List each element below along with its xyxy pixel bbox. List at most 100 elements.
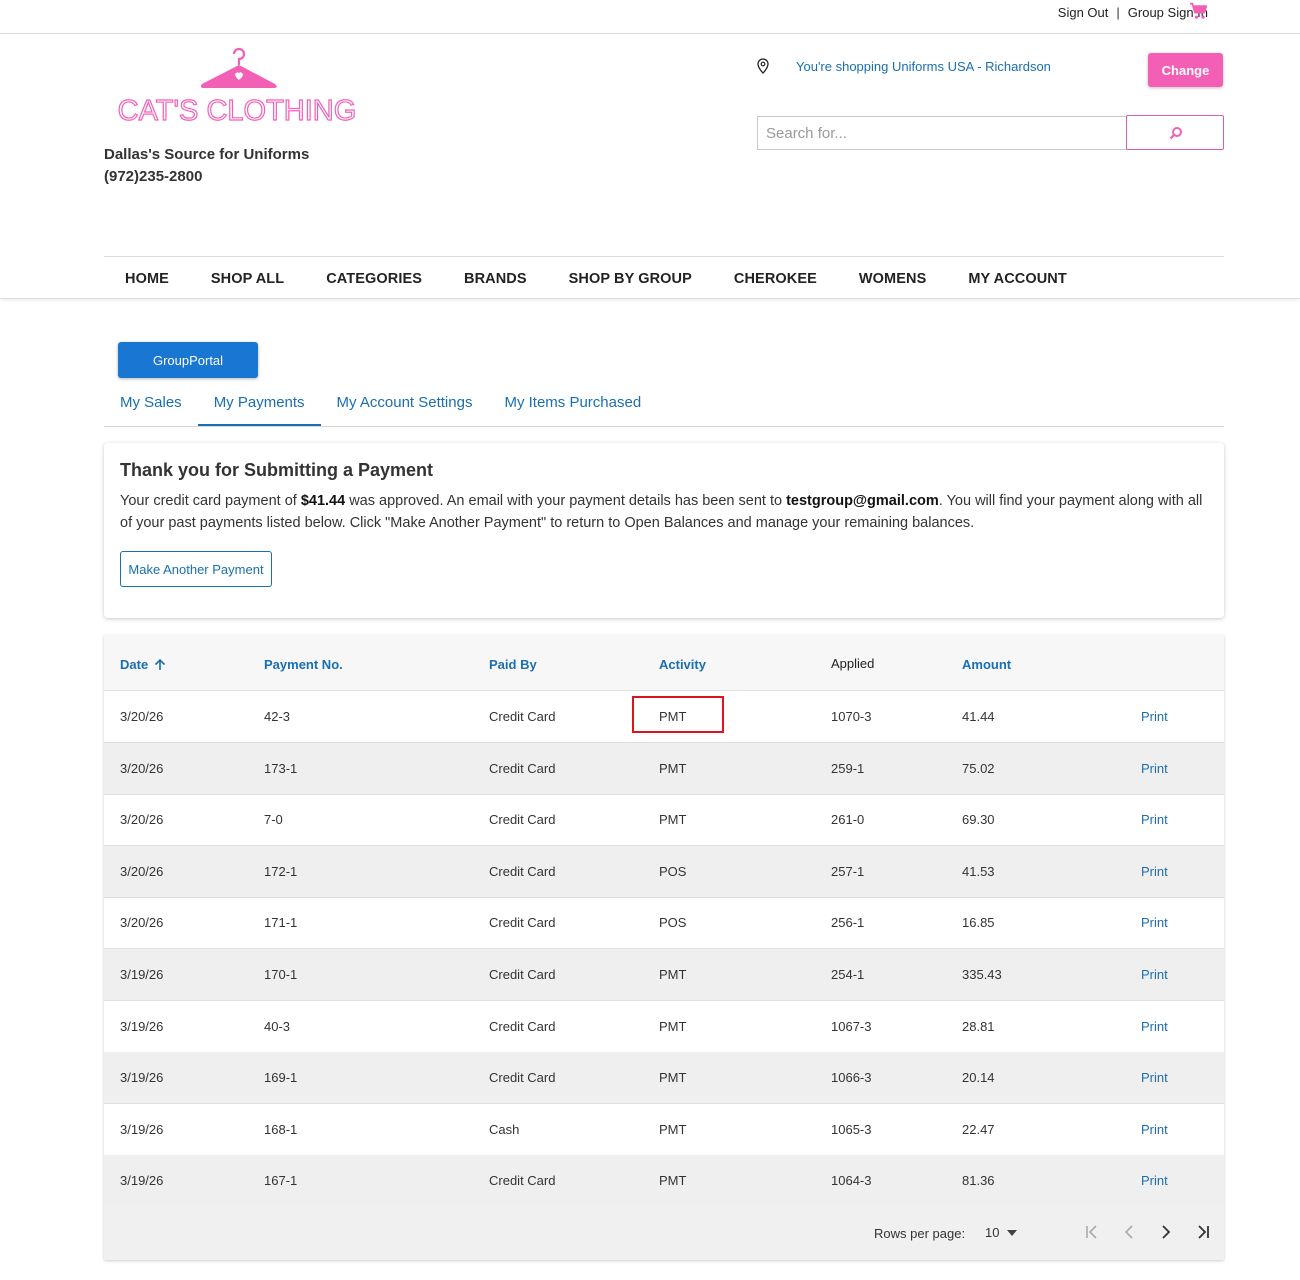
cell-payment-no: 173-1 [264,760,298,776]
table-row: 3/20/26 7-0 Credit Card PMT 261-0 69.30 Print [104,794,1224,847]
table-row: 3/20/26 172-1 Credit Card POS 257-1 41.53 Prin… [104,845,1224,898]
cell-amount: 16.85 [962,915,995,931]
cell-applied: 261-0 [831,812,865,828]
nav-shop-all[interactable]: SHOP ALL [190,257,305,300]
print-link[interactable]: Print [1141,1070,1168,1085]
table-row: 3/20/26 173-1 Credit Card PMT 259-1 75.02 Prin… [104,742,1224,795]
cell-amount: 20.14 [962,1070,995,1086]
cell-date: 3/20/26 [120,760,164,776]
cell-date: 3/20/26 [120,863,164,879]
confirmation-title: Thank you for Submitting a Payment [120,460,434,480]
print-link[interactable]: Print [1141,1019,1168,1034]
nav-brands[interactable]: BRANDS [443,257,548,300]
print-link[interactable]: Print [1141,709,1168,724]
cell-applied: 256-1 [831,915,865,931]
cell-applied: 1067-3 [831,1018,872,1034]
cell-applied: 1064-3 [831,1173,872,1189]
rows-per-page-label: Rows per page: [874,1226,966,1241]
column-header-payment-no[interactable]: Payment No. [264,657,343,672]
first-page-icon[interactable] [1083,1223,1101,1241]
location-text[interactable]: You're shopping Uniforms USA - Richardso… [796,59,1051,74]
location-pin-icon [757,58,769,74]
table-pagination: Rows per page: 10 [104,1205,1224,1260]
cell-applied: 1066-3 [831,1070,872,1086]
cell-paid-by: Credit Card [489,915,556,931]
print-link[interactable]: Print [1141,915,1168,930]
sign-out-link[interactable]: Sign Out [1058,5,1109,20]
tab-my-items-purchased[interactable]: My Items Purchased [488,384,657,426]
cell-payment-no: 42-3 [264,709,291,724]
cell-amount: 41.44 [962,709,995,724]
print-link[interactable]: Print [1141,864,1168,879]
column-header-amount[interactable]: Amount [962,657,1011,672]
cell-activity: POS [659,863,687,879]
table-row: 3/19/26 170-1 Credit Card PMT 254-1 335.43 Pri… [104,949,1224,1001]
print-link[interactable]: Print [1141,761,1168,776]
cell-payment-no: 167-1 [264,1173,298,1189]
cell-payment-no: 7-0 [264,812,283,828]
cell-paid-by: Credit Card [489,863,556,879]
search-button[interactable] [1126,115,1224,150]
site-header: CAT'S CLOTHING Dallas's Source for Unifo… [0,34,1300,299]
caret-down-icon[interactable] [1007,1230,1017,1236]
print-link[interactable]: Print [1141,1122,1168,1137]
table-row: 3/19/26 40-3 Credit Card PMT 1067-3 28.81 Prin… [104,1001,1224,1053]
previous-page-icon[interactable] [1120,1223,1138,1241]
link-separator: | [1116,5,1120,20]
nav-home[interactable]: HOME [104,257,190,300]
cell-amount: 41.53 [962,863,995,879]
column-header-paid-by[interactable]: Paid By [489,657,537,672]
confirmation-message: Your credit card payment of $41.44 was a… [120,490,1210,534]
cell-paid-by: Credit Card [489,967,556,982]
cell-paid-by: Cash [489,1121,520,1137]
table-row: 3/19/26 167-1 Credit Card PMT 1064-3 81.36 Pri… [104,1155,1224,1208]
nav-womens[interactable]: WOMENS [838,257,947,300]
nav-cherokee[interactable]: CHEROKEE [713,257,838,300]
payment-confirmation-card: Thank you for Submitting a Payment Your … [104,443,1224,618]
cats-clothing-logo[interactable]: CAT'S CLOTHING [112,46,362,128]
group-portal-button[interactable]: GroupPortal [118,342,258,378]
tagline-text: Dallas's Source for Uniforms [104,146,310,163]
table-row: 3/19/26 168-1 Cash PMT 1065-3 22.47 Print [104,1104,1224,1156]
cell-payment-no: 169-1 [264,1070,298,1086]
cell-date: 3/20/26 [120,812,164,828]
sort-ascending-icon [155,658,166,670]
cart-icon[interactable] [1189,2,1209,20]
cell-applied: 259-1 [831,760,865,776]
tab-my-payments[interactable]: My Payments [197,384,321,426]
nav-shop-by-group[interactable]: SHOP BY GROUP [548,257,713,300]
cell-applied: 1070-3 [831,709,872,724]
cell-payment-no: 168-1 [264,1121,298,1137]
column-header-applied: Applied [831,656,875,671]
cell-payment-no: 172-1 [264,863,298,879]
print-link[interactable]: Print [1141,967,1168,982]
cell-paid-by: Credit Card [489,709,556,724]
rows-per-page-select[interactable]: 10 [985,1225,999,1240]
column-header-date[interactable]: Date [120,657,166,672]
cell-date: 3/19/26 [120,1173,164,1189]
cell-payment-no: 170-1 [264,967,298,982]
change-store-button[interactable]: Change [1148,53,1223,87]
payment-email: testgroup@gmail.com [786,493,939,509]
cell-paid-by: Credit Card [489,1070,556,1086]
last-page-icon[interactable] [1194,1223,1212,1241]
nav-categories[interactable]: CATEGORIES [305,257,443,300]
cell-paid-by: Credit Card [489,1018,556,1034]
cell-amount: 335.43 [962,967,1002,982]
column-header-activity[interactable]: Activity [659,657,706,672]
tab-my-sales[interactable]: My Sales [104,384,198,426]
payment-amount: $41.44 [300,493,346,509]
print-link[interactable]: Print [1141,812,1168,827]
next-page-icon[interactable] [1157,1223,1175,1241]
nav-my-account[interactable]: MY ACCOUNT [947,257,1087,300]
search-input[interactable] [757,116,1127,150]
cell-activity: PMT [659,812,687,828]
print-link[interactable]: Print [1141,1173,1168,1188]
table-header: Date Payment No. Paid By Activity Applie… [104,635,1224,691]
make-another-payment-button[interactable]: Make Another Payment [120,551,272,587]
cell-paid-by: Credit Card [489,1173,556,1189]
cell-date: 3/19/26 [120,1018,164,1034]
tab-my-account-settings[interactable]: My Account Settings [321,384,489,426]
store-phone: (972)235-2800 [104,168,203,185]
logo-wordmark: CAT'S CLOTHING [118,95,357,127]
